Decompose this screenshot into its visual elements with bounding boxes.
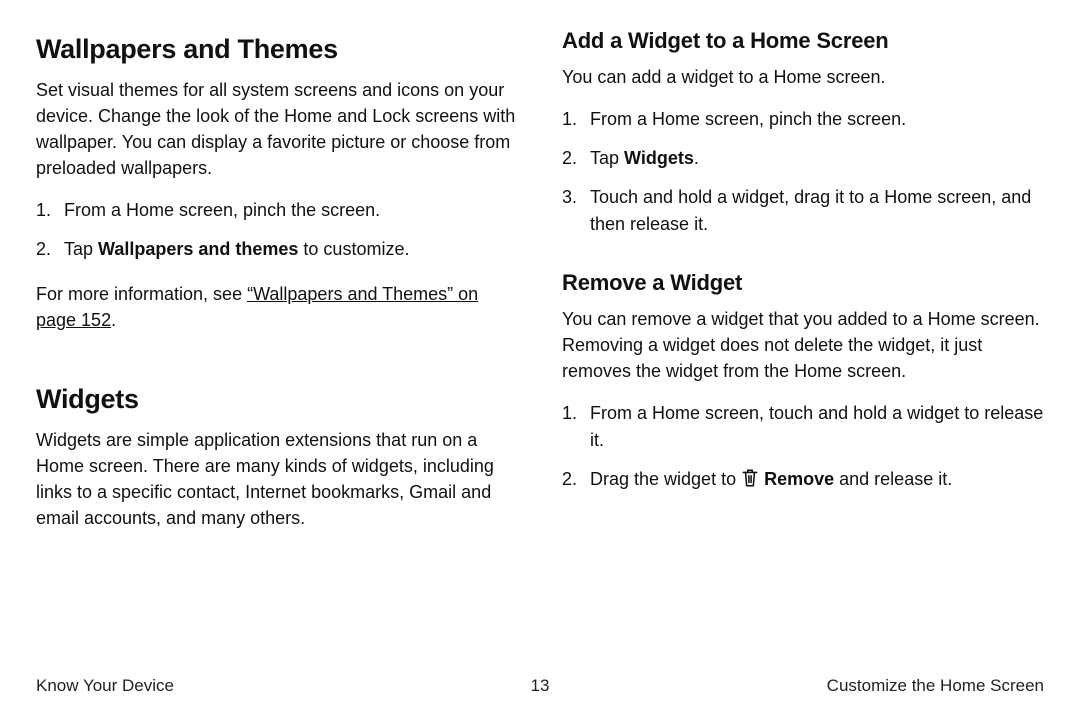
cross-reference: For more information, see “Wallpapers an… [36,281,518,333]
step-text: and release it. [834,469,952,489]
step-item: Tap Widgets. [562,145,1044,172]
crossref-text: . [111,310,116,330]
footer-right: Customize the Home Screen [827,676,1044,696]
step-item: Tap Wallpapers and themes to customize. [36,236,518,263]
footer-page-number: 13 [531,676,550,696]
left-column: Wallpapers and Themes Set visual themes … [36,28,518,628]
step-item: From a Home screen, pinch the screen. [562,106,1044,133]
step-text: Drag the widget to [590,469,741,489]
crossref-text: For more information, see [36,284,247,304]
spacer [562,256,1044,270]
step-text: Tap [590,148,624,168]
step-bold: Widgets [624,148,694,168]
right-column: Add a Widget to a Home Screen You can ad… [562,28,1044,628]
footer-left: Know Your Device [36,676,174,696]
paragraph: Set visual themes for all system screens… [36,77,518,181]
heading-widgets: Widgets [36,384,518,415]
step-item: Drag the widget to Remove and release it… [562,466,1044,493]
paragraph: You can add a widget to a Home screen. [562,64,1044,90]
step-text: to customize. [298,239,409,259]
step-item: Touch and hold a widget, drag it to a Ho… [562,184,1044,238]
trash-icon [741,468,759,488]
step-item: From a Home screen, pinch the screen. [36,197,518,224]
step-item: From a Home screen, touch and hold a wid… [562,400,1044,454]
step-bold: Remove [759,469,834,489]
spacer [36,356,518,378]
step-text: . [694,148,699,168]
paragraph: You can remove a widget that you added t… [562,306,1044,384]
heading-wallpapers-themes: Wallpapers and Themes [36,34,518,65]
steps-list: From a Home screen, touch and hold a wid… [562,400,1044,493]
paragraph: Widgets are simple application extension… [36,427,518,531]
step-bold: Wallpapers and themes [98,239,298,259]
page-footer: Know Your Device 13 Customize the Home S… [36,676,1044,696]
heading-add-widget: Add a Widget to a Home Screen [562,28,1044,54]
heading-remove-widget: Remove a Widget [562,270,1044,296]
steps-list: From a Home screen, pinch the screen. Ta… [562,106,1044,238]
step-text: Tap [64,239,98,259]
steps-list: From a Home screen, pinch the screen. Ta… [36,197,518,263]
content-columns: Wallpapers and Themes Set visual themes … [36,28,1044,628]
